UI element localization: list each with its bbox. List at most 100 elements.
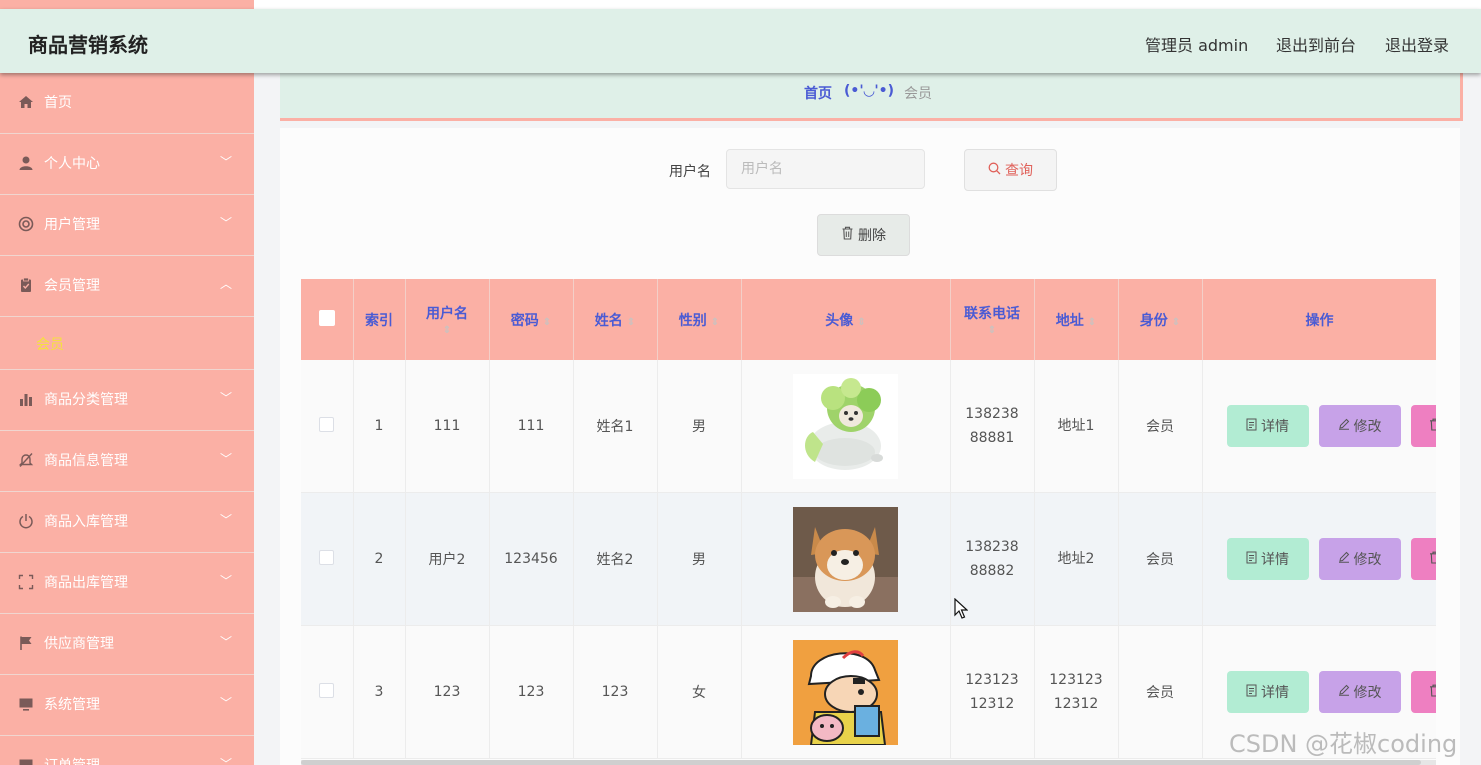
exit-to-front-link[interactable]: 退出到前台	[1276, 32, 1356, 56]
chevron-down-icon: ﹀	[219, 452, 232, 466]
sidebar-subitem-member[interactable]: 会员	[0, 317, 254, 370]
sidebar-item-label: 商品入库管理	[44, 514, 128, 530]
sidebar-item-stock-out[interactable]: 商品出库管理 ﹀	[0, 553, 254, 614]
select-all-header[interactable]	[301, 279, 354, 360]
column-header-password[interactable]: 密码 ⇕	[489, 279, 574, 360]
sort-icon[interactable]: ⇕	[951, 325, 1034, 336]
edit-button[interactable]: 修改	[1318, 671, 1401, 713]
sidebar-item-stock-in[interactable]: 商品入库管理 ﹀	[0, 492, 254, 553]
column-header-index: 索引	[353, 279, 406, 360]
cell-phone: 12312312312	[950, 625, 1035, 759]
edit-button-label: 修改	[1353, 552, 1382, 568]
sort-icon[interactable]: ⇕	[711, 317, 719, 328]
sidebar-item-profile[interactable]: 个人中心 ﹀	[0, 134, 254, 195]
sidebar-item-members[interactable]: 会员管理 ︿	[0, 256, 254, 317]
cell-username: 111	[405, 360, 490, 493]
delete-row-button[interactable]	[1410, 538, 1436, 580]
row-checkbox[interactable]	[319, 549, 335, 565]
row-checkbox[interactable]	[319, 682, 335, 698]
breadcrumb: 首页 (•'◡'•) 会员	[280, 73, 1463, 121]
column-header-name[interactable]: 姓名 ⇕	[573, 279, 658, 360]
edit-button[interactable]: 修改	[1318, 538, 1401, 580]
logout-link[interactable]: 退出登录	[1385, 32, 1449, 56]
column-header-phone[interactable]: 联系电话 ⇕	[950, 279, 1035, 360]
edit-button[interactable]: 修改	[1318, 405, 1401, 447]
sidebar-item-label: 订单管理	[44, 757, 100, 765]
sidebar-item-supplier[interactable]: 供应商管理 ﹀	[0, 614, 254, 675]
chevron-down-icon: ﹀	[219, 391, 232, 405]
cell-avatar	[741, 360, 951, 493]
sidebar: 首页 个人中心 ﹀ 用户管理 ﹀ 会员管理 ︿ 会员 商品分类管理 ﹀ 商品信息…	[0, 73, 254, 765]
user-icon	[18, 155, 34, 171]
cell-role: 会员	[1118, 625, 1203, 759]
bar-chart-icon	[18, 391, 34, 407]
row-select-cell[interactable]	[301, 492, 354, 626]
cell-phone: 13823888881	[950, 360, 1035, 493]
sidebar-item-users[interactable]: 用户管理 ﹀	[0, 195, 254, 256]
column-header-actions: 操作	[1202, 279, 1436, 360]
document-icon	[1246, 551, 1257, 568]
row-select-cell[interactable]	[301, 625, 354, 759]
table-row: 1 111 111 姓名1 男 13823888881 地址1 会员 详情 修改	[301, 360, 1436, 493]
monitor-icon	[18, 696, 34, 712]
sort-icon[interactable]: ⇕	[1088, 317, 1096, 328]
column-header-address[interactable]: 地址 ⇕	[1034, 279, 1119, 360]
flag-icon	[18, 635, 34, 651]
app-title: 商品营销系统	[28, 33, 148, 57]
sidebar-item-orders[interactable]: 订单管理 ﹀	[0, 736, 254, 765]
admin-label: 管理员 admin	[1145, 36, 1249, 55]
row-checkbox[interactable]	[319, 416, 335, 432]
sort-icon[interactable]: ⇕	[627, 317, 635, 328]
query-button-label: 查询	[1005, 163, 1033, 179]
cell-role: 会员	[1118, 360, 1203, 493]
sort-icon[interactable]: ⇕	[543, 317, 551, 328]
sidebar-item-label: 供应商管理	[44, 636, 114, 652]
column-header-role[interactable]: 身份 ⇕	[1118, 279, 1203, 360]
username-search-input[interactable]	[726, 149, 925, 189]
watermark: CSDN @花椒coding	[1229, 730, 1458, 758]
sidebar-item-system[interactable]: 系统管理 ﹀	[0, 675, 254, 736]
cell-gender: 女	[657, 625, 742, 759]
sidebar-subitem-label: 会员	[36, 337, 64, 353]
breadcrumb-current: 会员	[904, 86, 932, 102]
avatar-image-shiba-dog	[793, 506, 898, 612]
column-header-gender[interactable]: 性别 ⇕	[657, 279, 742, 360]
app-header: 商品营销系统 管理员 admin 退出到前台 退出登录	[0, 9, 1481, 73]
cell-index: 3	[353, 625, 406, 759]
avatar-image-cabbage-dog	[793, 373, 898, 479]
column-header-username[interactable]: 用户名 ⇕	[405, 279, 490, 360]
table-horizontal-scrollbar[interactable]	[301, 760, 1436, 765]
batch-delete-button[interactable]: 删除	[817, 214, 910, 256]
sidebar-item-product-info[interactable]: 商品信息管理 ﹀	[0, 431, 254, 492]
delete-row-button[interactable]	[1410, 671, 1436, 713]
detail-button-label: 详情	[1261, 419, 1289, 435]
select-all-checkbox[interactable]	[318, 309, 335, 326]
fullscreen-icon	[18, 574, 34, 590]
breadcrumb-separator-face: (•'◡'•)	[844, 83, 895, 99]
sort-icon[interactable]: ⇕	[857, 317, 865, 328]
cell-name: 123	[573, 625, 658, 759]
sort-icon[interactable]: ⇕	[1172, 317, 1180, 328]
lifebuoy-icon	[18, 216, 34, 232]
cell-password: 123456	[489, 492, 574, 626]
breadcrumb-home[interactable]: 首页	[804, 83, 832, 103]
column-header-avatar[interactable]: 头像 ⇕	[741, 279, 951, 360]
delete-row-button[interactable]	[1410, 405, 1436, 447]
scrollbar-thumb[interactable]	[301, 760, 1421, 765]
cell-username: 123	[405, 625, 490, 759]
sidebar-item-home[interactable]: 首页	[0, 73, 254, 134]
detail-button[interactable]: 详情	[1226, 671, 1309, 713]
pencil-icon	[1338, 551, 1350, 567]
detail-button[interactable]: 详情	[1226, 405, 1309, 447]
cell-password: 123	[489, 625, 574, 759]
sidebar-item-category[interactable]: 商品分类管理 ﹀	[0, 370, 254, 431]
trash-icon	[1429, 418, 1436, 435]
row-select-cell[interactable]	[301, 360, 354, 493]
delete-button-label: 删除	[858, 228, 886, 244]
sort-icon[interactable]: ⇕	[406, 325, 489, 336]
table-row: 2 用户2 123456 姓名2 男 13823888882 地址2 会员 详情…	[301, 492, 1436, 626]
detail-button[interactable]: 详情	[1226, 538, 1309, 580]
sidebar-item-label: 个人中心	[44, 156, 100, 172]
query-button[interactable]: 查询	[964, 149, 1057, 191]
cell-address: 地址1	[1034, 360, 1119, 493]
